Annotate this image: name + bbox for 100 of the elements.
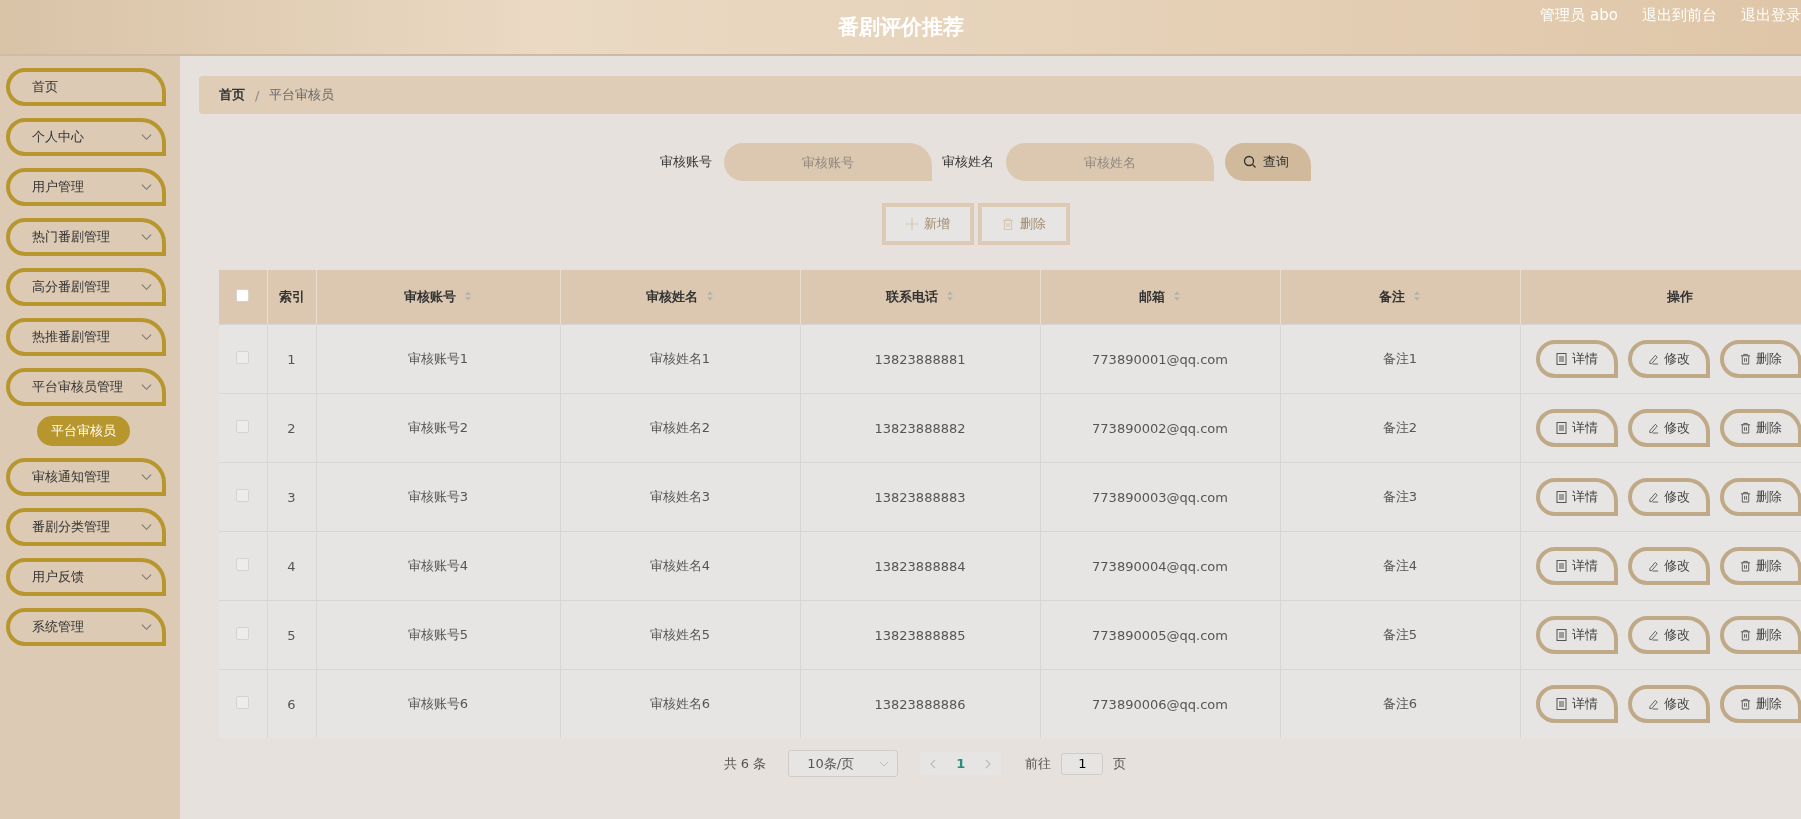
goto-label: 前往 (1025, 754, 1052, 773)
table-cell: 13823888885 (800, 600, 1040, 670)
detail-button[interactable]: 详情 (1535, 547, 1618, 585)
detail-button[interactable]: 详情 (1535, 685, 1618, 723)
delete-button[interactable]: 删除 (1719, 616, 1801, 654)
search-field[interactable]: 审核姓名 (1005, 143, 1214, 181)
column-header: 备注 (1280, 270, 1520, 325)
table-cell: 审核账号4 (316, 531, 560, 601)
chevron-down-icon (141, 523, 152, 531)
trash-icon (1739, 629, 1751, 641)
trash-icon (1739, 698, 1751, 710)
delete-button[interactable]: 删除 (1719, 340, 1801, 378)
sidebar-item[interactable]: 用户管理 (6, 168, 166, 206)
pencil-icon (1647, 353, 1659, 365)
sort-icon[interactable] (464, 290, 472, 302)
detail-button[interactable]: 详情 (1535, 478, 1618, 516)
sidebar-item[interactable]: 热推番剧管理 (6, 318, 166, 356)
chevron-down-icon (879, 760, 890, 767)
table-cell: 备注4 (1280, 531, 1520, 601)
sidebar-item[interactable]: 首页 (6, 68, 166, 106)
column-header: 审核姓名 (560, 270, 800, 325)
detail-button[interactable]: 详情 (1535, 409, 1618, 447)
sidebar-item[interactable]: 高分番剧管理 (6, 268, 166, 306)
sidebar-item[interactable]: 审核通知管理 (6, 458, 166, 496)
chevron-down-icon (141, 383, 152, 391)
table-cell: 审核姓名3 (560, 462, 800, 532)
table-cell: 13823888886 (800, 669, 1040, 738)
table-cell: 773890003@qq.com (1040, 462, 1280, 532)
search-field[interactable]: 审核账号 (723, 143, 932, 181)
table-cell: 备注3 (1280, 462, 1520, 532)
edit-button[interactable]: 修改 (1627, 547, 1710, 585)
row-checkbox[interactable] (236, 420, 250, 433)
table-cell: 6 (267, 669, 316, 738)
chevron-down-icon (141, 333, 152, 341)
page-input[interactable]: 1 (1061, 752, 1104, 775)
table-cell: 13823888883 (800, 462, 1040, 532)
delete-button[interactable]: 删除 (1719, 409, 1801, 447)
table-cell: 备注2 (1280, 393, 1520, 463)
sidebar-item[interactable]: 平台审核员管理 (6, 368, 166, 406)
detail-button[interactable]: 详情 (1535, 616, 1618, 654)
table-cell: 773890004@qq.com (1040, 531, 1280, 601)
column-header: 索引 (267, 270, 316, 325)
sidebar-item[interactable]: 系统管理 (6, 608, 166, 646)
table-cell: 备注5 (1280, 600, 1520, 670)
document-icon (1555, 698, 1567, 710)
column-header: 审核账号 (316, 270, 560, 325)
row-checkbox[interactable] (236, 558, 250, 571)
document-icon (1555, 629, 1567, 641)
breadcrumb-item[interactable]: 首页 (219, 86, 245, 104)
edit-button[interactable]: 修改 (1627, 409, 1710, 447)
pencil-icon (1647, 629, 1659, 641)
page-suffix: 页 (1113, 754, 1127, 773)
table-cell: 13823888882 (800, 393, 1040, 463)
table-cell: 审核账号2 (316, 393, 560, 463)
sort-icon[interactable] (946, 290, 954, 302)
table-cell: 审核姓名6 (560, 669, 800, 738)
table-cell: 审核账号6 (316, 669, 560, 738)
total-count: 共 6 条 (723, 754, 767, 773)
delete-button[interactable]: 删除 (1719, 547, 1801, 585)
edit-button[interactable]: 修改 (1627, 685, 1710, 723)
chevron-down-icon (141, 283, 152, 291)
chevron-down-icon (141, 233, 152, 241)
table-cell: 3 (267, 462, 316, 532)
table-cell: 审核姓名2 (560, 393, 800, 463)
document-icon (1555, 353, 1567, 365)
plus-icon (906, 218, 918, 230)
delete-button[interactable]: 删除 (1719, 685, 1801, 723)
column-header: 邮箱 (1040, 270, 1280, 325)
sidebar-item[interactable]: 用户反馈 (6, 558, 166, 596)
chevron-down-icon (141, 183, 152, 191)
next-page-icon[interactable] (985, 758, 992, 769)
site-title: 番剧评价推荐 (837, 14, 964, 41)
table-cell: 审核姓名1 (560, 324, 800, 394)
table-cell: 审核账号5 (316, 600, 560, 670)
previous-page-icon[interactable] (930, 758, 937, 769)
sidebar-item[interactable]: 番剧分类管理 (6, 508, 166, 546)
edit-button[interactable]: 修改 (1627, 478, 1710, 516)
edit-button[interactable]: 修改 (1627, 340, 1710, 378)
select-all-checkbox[interactable] (236, 289, 250, 302)
row-checkbox[interactable] (236, 489, 250, 502)
pencil-icon (1647, 560, 1659, 572)
page-size-select[interactable]: 10条/页 (788, 750, 899, 777)
row-checkbox[interactable] (236, 696, 250, 709)
table-cell: 5 (267, 600, 316, 670)
table-cell: 备注6 (1280, 669, 1520, 738)
chevron-down-icon (141, 623, 152, 631)
row-checkbox[interactable] (236, 627, 250, 640)
delete-button[interactable]: 删除 (1719, 478, 1801, 516)
sort-icon[interactable] (706, 290, 714, 302)
detail-button[interactable]: 详情 (1535, 340, 1618, 378)
sort-icon[interactable] (1413, 290, 1421, 302)
table-cell: 2 (267, 393, 316, 463)
sort-icon[interactable] (1173, 290, 1181, 302)
search-button[interactable]: 查询 (1224, 143, 1311, 181)
row-checkbox[interactable] (236, 351, 250, 364)
table-cell: 13823888884 (800, 531, 1040, 601)
edit-button[interactable]: 修改 (1627, 616, 1710, 654)
sidebar-item[interactable]: 热门番剧管理 (6, 218, 166, 256)
pencil-icon (1647, 422, 1659, 434)
sidebar-item[interactable]: 个人中心 (6, 118, 166, 156)
